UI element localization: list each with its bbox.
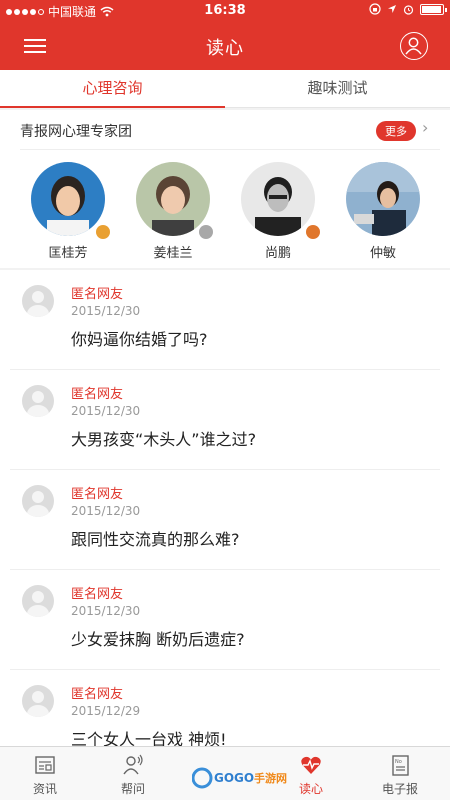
list-item[interactable]: 匿名网友 2015/12/29 三个女人一台戏 神烦! xyxy=(0,670,450,746)
person-question-icon xyxy=(123,754,143,775)
medal-gold-icon xyxy=(96,225,110,239)
chevron-right-icon[interactable]: › xyxy=(422,120,436,136)
tabbar-label: 电子报 xyxy=(381,782,418,796)
svg-text:No: No xyxy=(395,759,402,765)
anonymous-avatar-icon xyxy=(22,585,54,617)
heart-pulse-icon xyxy=(301,756,321,774)
question-date: 2015/12/30 xyxy=(71,404,141,418)
question-user: 匿名网友 xyxy=(71,487,124,502)
question-text: 三个女人一台戏 神烦! xyxy=(71,730,227,746)
newspaper-icon xyxy=(35,756,55,774)
epaper-icon: No xyxy=(392,755,409,776)
profile-button[interactable] xyxy=(400,32,428,60)
battery-icon xyxy=(420,3,447,15)
tabbar-item-news[interactable]: 资讯 xyxy=(0,747,90,800)
tabbar-label: 帮问 xyxy=(120,782,145,796)
more-button[interactable]: 更多 xyxy=(376,121,416,141)
top-bar: 中国联通 16:38 读心 xyxy=(0,0,450,70)
expert-card[interactable]: 仲敏 xyxy=(343,162,423,261)
page-title: 读心 xyxy=(206,38,244,59)
expert-name: 尚鹏 xyxy=(264,246,291,261)
list-item[interactable]: 匿名网友 2015/12/30 你妈逼你结婚了吗? xyxy=(0,270,450,370)
expert-name: 匡桂芳 xyxy=(48,246,88,261)
tabbar-label: 资讯 xyxy=(32,782,57,796)
anonymous-avatar-icon xyxy=(22,385,54,417)
anonymous-avatar-icon xyxy=(22,485,54,517)
medal-silver-icon xyxy=(199,225,213,239)
question-user: 匿名网友 xyxy=(71,287,124,302)
alarm-icon xyxy=(403,4,414,15)
svg-text:手游网: 手游网 xyxy=(254,771,287,785)
question-text: 少女爱抹胸 断奶后遗症? xyxy=(71,630,245,649)
question-list: 匿名网友 2015/12/30 你妈逼你结婚了吗? 匿名网友 2015/12/3… xyxy=(0,270,450,746)
expert-panel-title: 青报网心理专家团 xyxy=(20,124,132,140)
tab-fun-tests[interactable]: 趣味测试 xyxy=(225,70,450,107)
tabbar-item-ask[interactable]: 帮问 xyxy=(88,747,178,800)
gogo-watermark-logo: GOGO 手游网 xyxy=(192,767,287,789)
question-text: 跟同性交流真的那么难? xyxy=(71,530,240,549)
expert-card[interactable]: 匡桂芳 xyxy=(28,162,108,261)
user-icon xyxy=(405,37,422,55)
expert-name: 仲敏 xyxy=(369,246,396,261)
status-bar: 中国联通 16:38 xyxy=(0,0,450,22)
question-date: 2015/12/29 xyxy=(71,704,141,718)
question-text: 大男孩变“木头人”谁之过? xyxy=(71,430,257,449)
question-text: 你妈逼你结婚了吗? xyxy=(71,330,208,349)
question-date: 2015/12/30 xyxy=(71,604,141,618)
expert-card[interactable]: 姜桂兰 xyxy=(133,162,213,261)
location-icon xyxy=(388,5,396,13)
lock-rotation-icon xyxy=(369,3,381,15)
avatar xyxy=(31,162,105,236)
svg-text:GOGO: GOGO xyxy=(214,771,254,785)
nav-bar: 读心 xyxy=(0,22,450,70)
anonymous-avatar-icon xyxy=(22,285,54,317)
tab-bar: 心理咨询 趣味测试 xyxy=(0,70,450,108)
avatar xyxy=(346,162,420,236)
list-item[interactable]: 匿名网友 2015/12/30 大男孩变“木头人”谁之过? xyxy=(0,370,450,470)
expert-panel: 青报网心理专家团 更多 › 匡桂芳 姜桂兰 尚鹏 仲敏 xyxy=(0,110,450,268)
expert-name: 姜桂兰 xyxy=(153,246,193,261)
status-icons xyxy=(369,3,447,15)
expert-card[interactable]: 尚鹏 xyxy=(238,162,318,261)
tabbar-item-epaper[interactable]: No 电子报 xyxy=(355,747,445,800)
tab-counseling[interactable]: 心理咨询 xyxy=(0,70,225,108)
question-date: 2015/12/30 xyxy=(71,304,141,318)
avatar xyxy=(241,162,315,236)
avatar xyxy=(136,162,210,236)
question-user: 匿名网友 xyxy=(71,687,124,702)
list-item[interactable]: 匿名网友 2015/12/30 跟同性交流真的那么难? xyxy=(0,470,450,570)
question-date: 2015/12/30 xyxy=(71,504,141,518)
medal-bronze-icon xyxy=(306,225,320,239)
expert-panel-header: 青报网心理专家团 更多 › xyxy=(20,110,440,150)
list-item[interactable]: 匿名网友 2015/12/30 少女爱抹胸 断奶后遗症? xyxy=(0,570,450,670)
anonymous-avatar-icon xyxy=(22,685,54,717)
question-user: 匿名网友 xyxy=(71,587,124,602)
question-user: 匿名网友 xyxy=(71,387,124,402)
